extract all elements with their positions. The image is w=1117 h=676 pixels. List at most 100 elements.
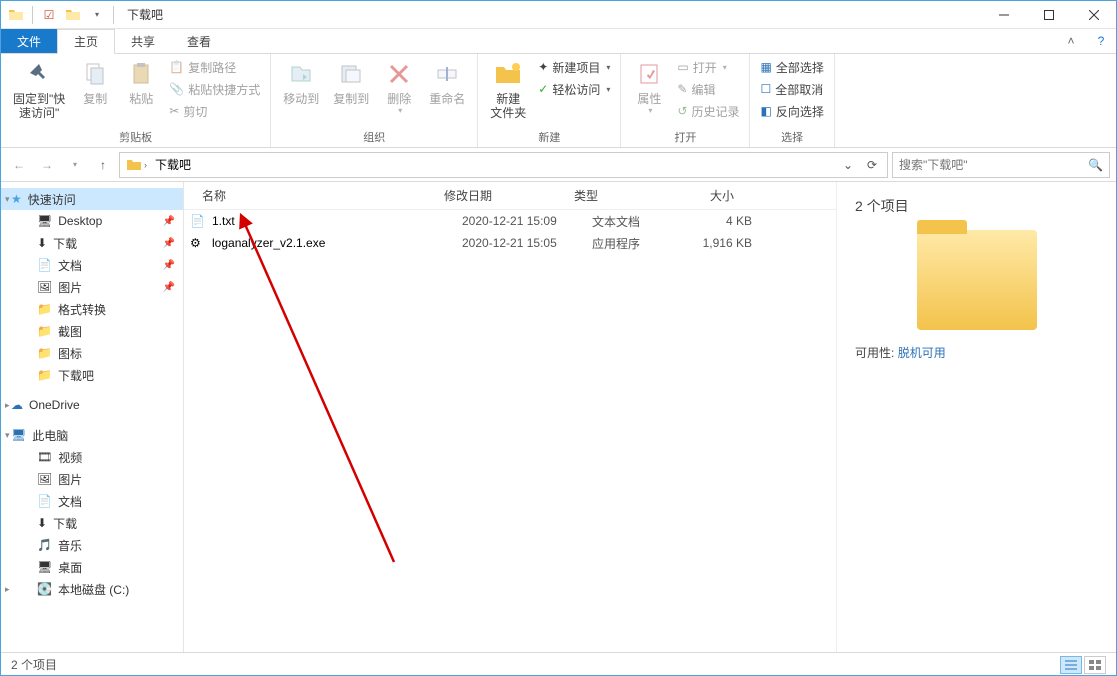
folder-icon <box>5 4 27 26</box>
select-none-button[interactable]: ☐全部取消 <box>756 78 827 100</box>
new-folder-button[interactable]: 新建 文件夹 <box>484 56 532 123</box>
qat-checkbox-icon[interactable]: ☑ <box>38 4 60 26</box>
breadcrumb-seg[interactable]: 下载吧 <box>153 156 193 173</box>
sidebar-item-label: 下载吧 <box>58 367 94 384</box>
search-icon: 🔍 <box>1088 158 1103 172</box>
sidebar-item[interactable]: 📄文档 <box>1 490 183 512</box>
sidebar-item[interactable]: 📁 下载吧 <box>1 364 183 386</box>
pin-icon: 📌 <box>163 216 175 227</box>
address-bar[interactable]: › 下载吧 ⌄ ⟳ <box>119 152 888 178</box>
copy-path-button[interactable]: 📋复制路径 <box>165 56 264 78</box>
nav-sidebar[interactable]: ▾★快速访问 🖥Desktop📌⬇下载📌📄文档📌🖼图片📌📁格式转换📁截图📁图标📁… <box>1 182 184 652</box>
sidebar-item-label: 图片 <box>58 471 82 488</box>
tab-file[interactable]: 文件 <box>1 29 57 53</box>
sidebar-item-label: 截图 <box>58 323 82 340</box>
history-button[interactable]: ↺历史记录 <box>673 100 743 122</box>
up-button[interactable]: ↑ <box>91 153 115 177</box>
sidebar-item[interactable]: 🎵音乐 <box>1 534 183 556</box>
edit-icon: ✎ <box>677 82 687 96</box>
breadcrumb-root[interactable]: › <box>124 157 149 173</box>
rename-button[interactable]: 重命名 <box>423 56 471 108</box>
sidebar-item[interactable]: 🖼图片📌 <box>1 276 183 298</box>
delete-button[interactable]: 删除 <box>377 56 421 118</box>
sidebar-item[interactable]: 📁格式转换 <box>1 298 183 320</box>
file-size: 4 KB <box>682 214 772 228</box>
address-dropdown[interactable]: ⌄ <box>837 158 859 172</box>
delete-icon <box>383 58 415 90</box>
back-button[interactable]: ← <box>7 153 31 177</box>
address-bar-row: ← → ▾ ↑ › 下载吧 ⌄ ⟳ 🔍 <box>1 148 1116 182</box>
status-bar: 2 个项目 <box>1 652 1116 676</box>
search-input[interactable] <box>899 158 1084 172</box>
sidebar-item-label: 文档 <box>58 257 82 274</box>
sidebar-this-pc[interactable]: ▾🖥此电脑 <box>1 424 183 446</box>
sidebar-item[interactable]: ▸💽本地磁盘 (C:) <box>1 578 183 600</box>
col-type[interactable]: 类型 <box>574 187 664 204</box>
view-details-button[interactable] <box>1060 656 1082 674</box>
col-size[interactable]: 大小 <box>664 187 754 204</box>
maximize-button[interactable] <box>1026 1 1071 29</box>
sidebar-item[interactable]: 🎞视频 <box>1 446 183 468</box>
file-icon: ⚙ <box>190 236 206 250</box>
properties-icon <box>633 58 665 90</box>
pin-quick-access-button[interactable]: 固定到"快 速访问" <box>7 56 71 123</box>
pc-icon: 🖥 <box>11 428 26 442</box>
file-type: 文本文档 <box>592 213 682 230</box>
new-item-button[interactable]: ✦新建项目 <box>534 56 614 78</box>
qat-dropdown[interactable]: ▾ <box>86 4 108 26</box>
sidebar-quick-access[interactable]: ▾★快速访问 <box>1 188 183 210</box>
sidebar-item[interactable]: 📄文档📌 <box>1 254 183 276</box>
help-button[interactable]: ? <box>1086 29 1116 53</box>
minimize-button[interactable] <box>981 1 1026 29</box>
sidebar-onedrive[interactable]: ▸☁OneDrive <box>1 394 183 416</box>
item-icon: ⬇ <box>37 236 47 250</box>
tab-home[interactable]: 主页 <box>57 29 115 54</box>
copy-button[interactable]: 复制 <box>73 56 117 108</box>
file-icon: 📄 <box>190 214 206 228</box>
group-select-label: 选择 <box>756 127 827 147</box>
paste-shortcut-button[interactable]: 📎粘贴快捷方式 <box>165 78 264 100</box>
open-button[interactable]: ▭打开 <box>673 56 743 78</box>
search-box[interactable]: 🔍 <box>892 152 1110 178</box>
paste-button[interactable]: 粘贴 <box>119 56 163 108</box>
sidebar-item[interactable]: 🖥桌面 <box>1 556 183 578</box>
cut-button[interactable]: ✂剪切 <box>165 100 264 122</box>
file-row[interactable]: 📄1.txt2020-12-21 15:09文本文档4 KB <box>184 210 836 232</box>
file-row[interactable]: ⚙loganalyzer_v2.1.exe2020-12-21 15:05应用程… <box>184 232 836 254</box>
sidebar-item[interactable]: 📁截图 <box>1 320 183 342</box>
sidebar-item[interactable]: 🖥Desktop📌 <box>1 210 183 232</box>
ribbon-collapse-button[interactable]: ˄ <box>1056 29 1086 53</box>
item-icon: 📁 <box>37 368 52 382</box>
sidebar-item[interactable]: 📁图标 <box>1 342 183 364</box>
file-name: loganalyzer_v2.1.exe <box>212 236 462 250</box>
close-button[interactable] <box>1071 1 1116 29</box>
new-item-icon: ✦ <box>538 60 548 74</box>
sidebar-item[interactable]: ⬇下载📌 <box>1 232 183 254</box>
copy-to-button[interactable]: 复制到 <box>327 56 375 108</box>
recent-dropdown[interactable]: ▾ <box>63 153 87 177</box>
refresh-button[interactable]: ⟳ <box>861 158 883 172</box>
column-headers[interactable]: 名称 修改日期 类型 大小 <box>184 182 836 210</box>
invert-selection-button[interactable]: ◧反向选择 <box>756 100 827 122</box>
file-size: 1,916 KB <box>682 236 772 250</box>
group-open-label: 打开 <box>627 127 743 147</box>
col-name[interactable]: 名称 <box>184 187 444 204</box>
sidebar-item-label: 本地磁盘 (C:) <box>58 581 129 598</box>
sidebar-item[interactable]: ⬇下载 <box>1 512 183 534</box>
sidebar-item[interactable]: 🖼图片 <box>1 468 183 490</box>
pin-icon: 📌 <box>163 282 175 293</box>
forward-button[interactable]: → <box>35 153 59 177</box>
col-date[interactable]: 修改日期 <box>444 187 574 204</box>
edit-button[interactable]: ✎编辑 <box>673 78 743 100</box>
select-all-button[interactable]: ▦全部选择 <box>756 56 827 78</box>
ribbon: 固定到"快 速访问" 复制 粘贴 📋复制路径 📎粘贴快捷方式 ✂剪切 剪贴板 移… <box>1 54 1116 148</box>
properties-button[interactable]: 属性 <box>627 56 671 118</box>
copyto-icon <box>335 58 367 90</box>
file-list[interactable]: 名称 修改日期 类型 大小 📄1.txt2020-12-21 15:09文本文档… <box>184 182 836 652</box>
move-to-button[interactable]: 移动到 <box>277 56 325 108</box>
ribbon-tabs: 文件 主页 共享 查看 ˄ ? <box>1 29 1116 54</box>
view-icons-button[interactable] <box>1084 656 1106 674</box>
easy-access-button[interactable]: ✓轻松访问 <box>534 78 614 100</box>
tab-share[interactable]: 共享 <box>115 29 171 53</box>
tab-view[interactable]: 查看 <box>171 29 227 53</box>
